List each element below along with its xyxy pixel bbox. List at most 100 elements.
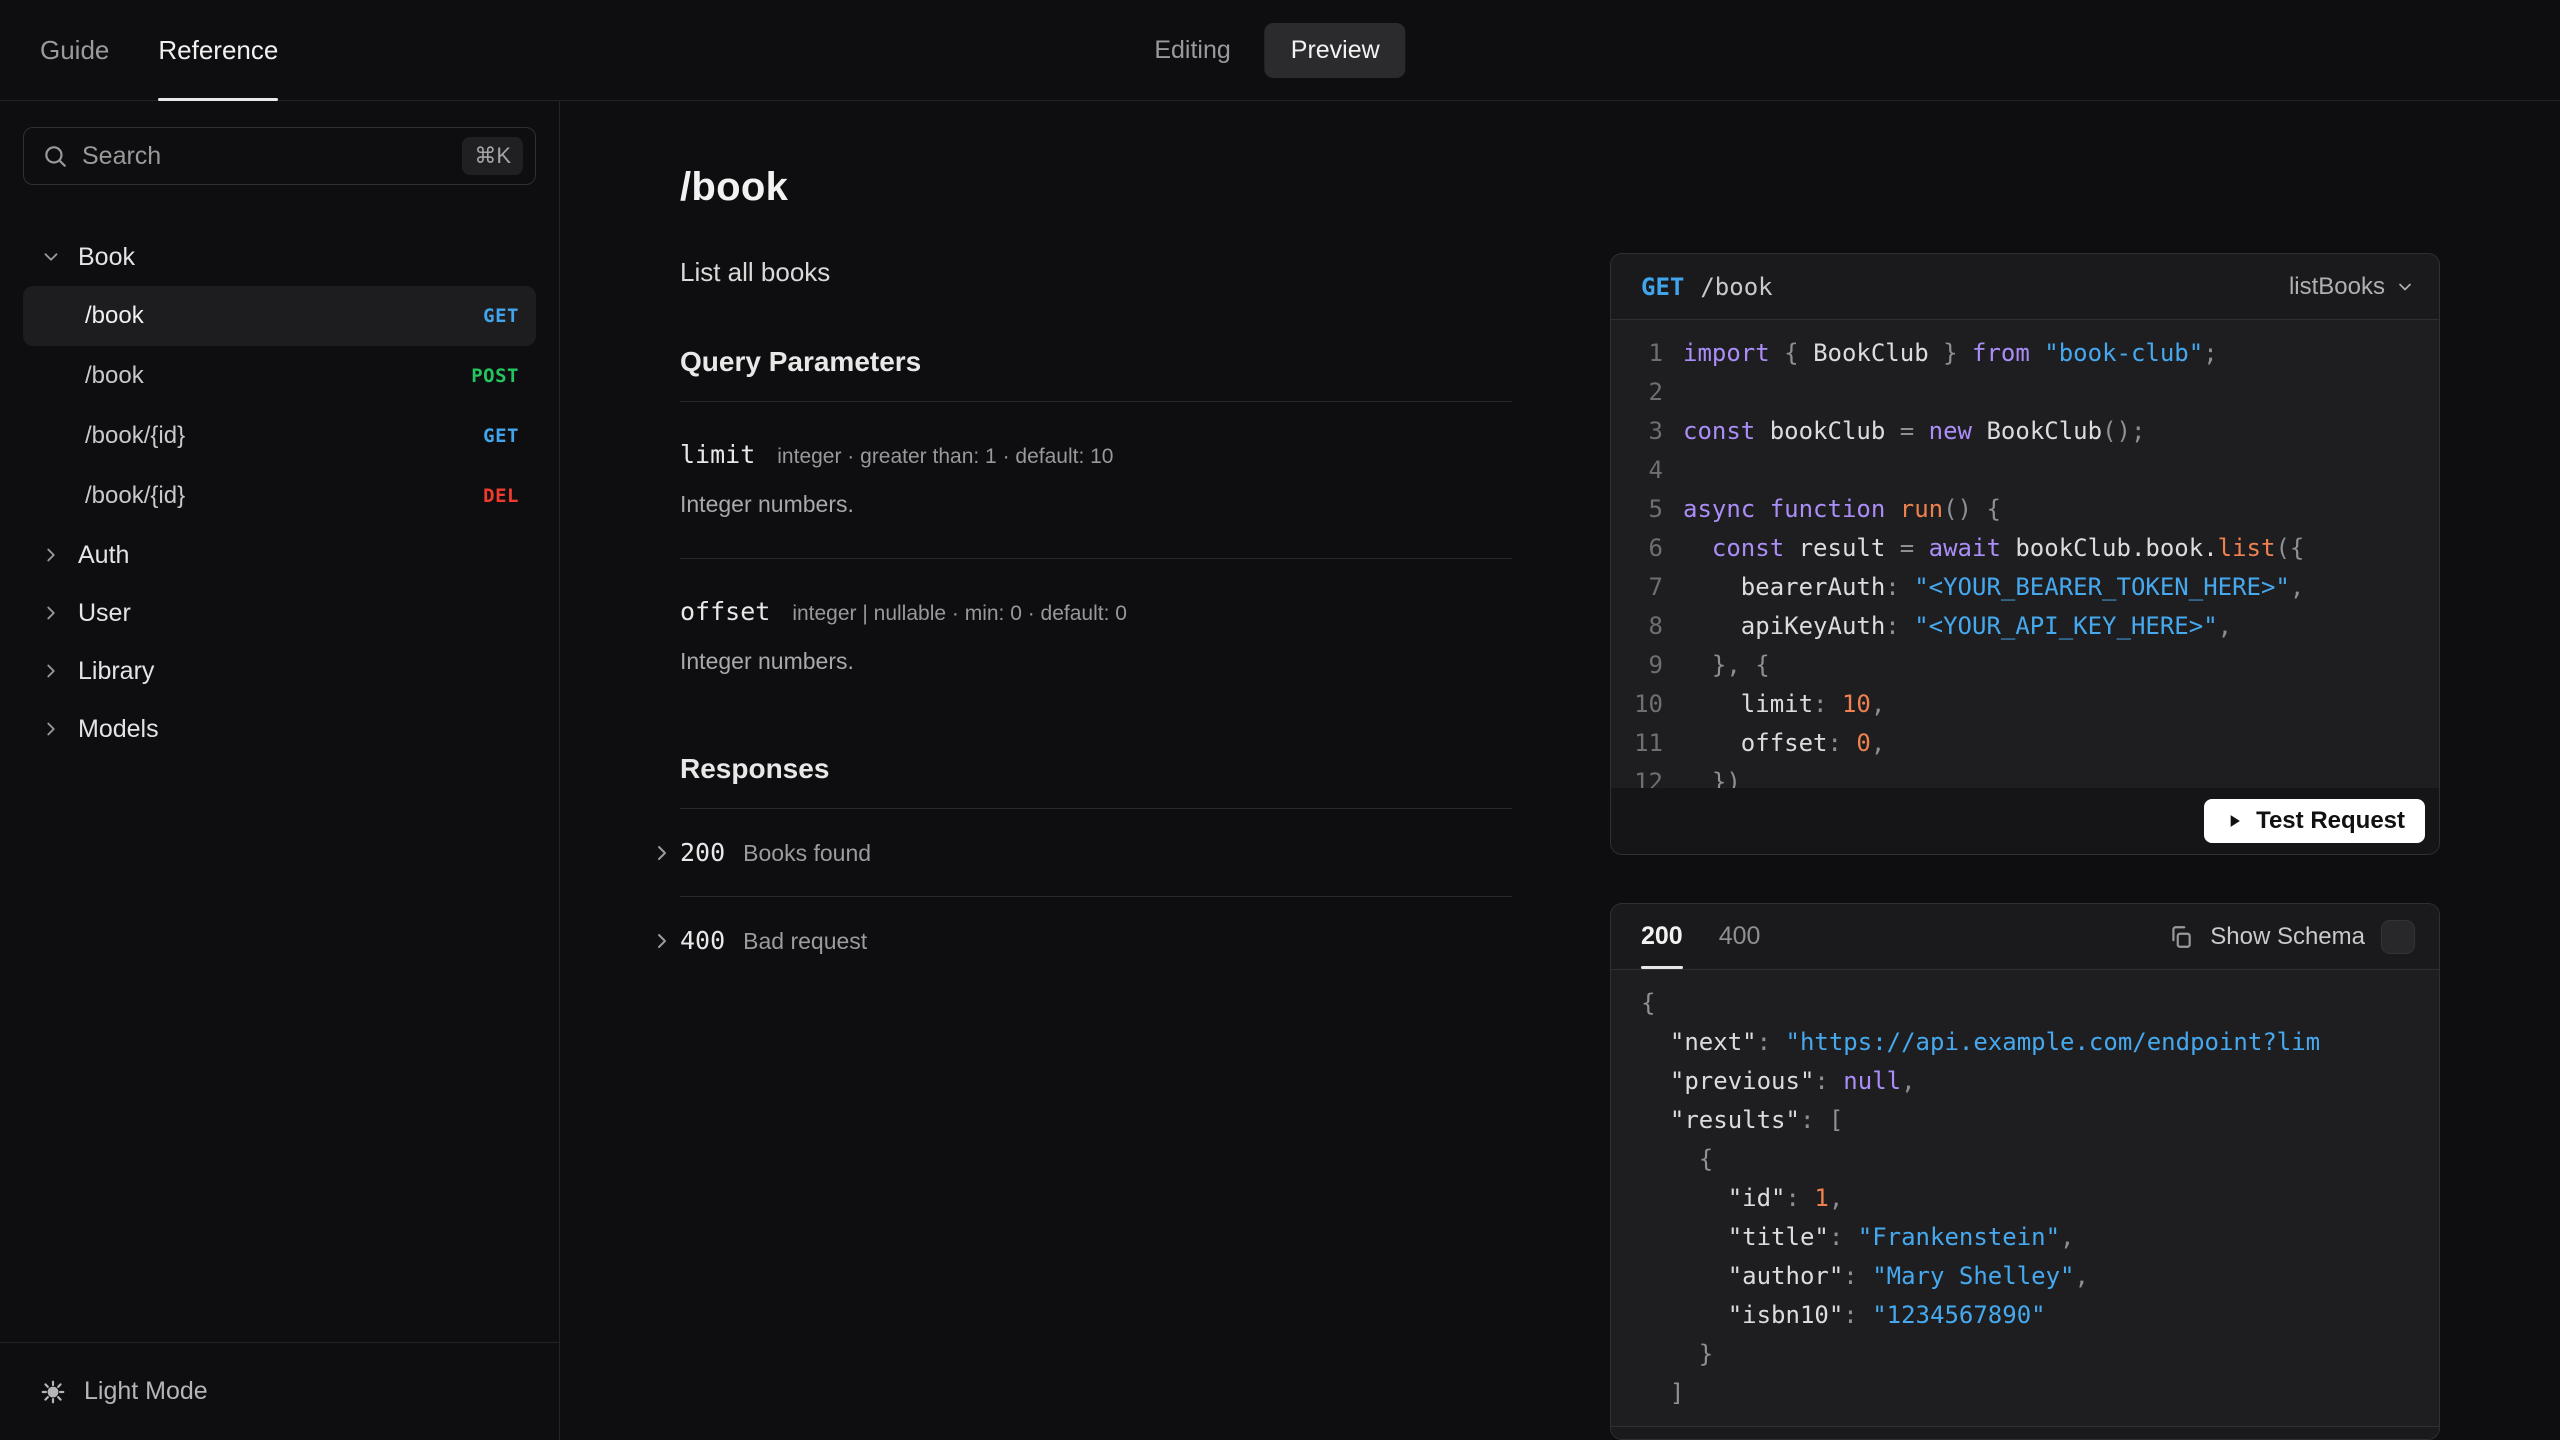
request-card-footer: Test Request xyxy=(1611,788,2439,854)
code-line: 9 }, { xyxy=(1611,646,2439,685)
tab-guide[interactable]: Guide xyxy=(40,0,109,100)
operation-label: listBooks xyxy=(2288,272,2385,300)
line-number: 10 xyxy=(1634,690,1663,718)
response-tabs: 200 400 xyxy=(1641,904,1760,969)
response-description: Books found xyxy=(743,840,872,866)
chevron-right-icon xyxy=(47,606,55,620)
param-meta: integer | nullable · min: 0 · default: 0 xyxy=(792,602,1127,625)
response-card-header: 200 400 Show Schema xyxy=(1611,904,2439,970)
sidebar-group-label: User xyxy=(78,598,131,627)
sidebar-group-label: Models xyxy=(78,714,159,743)
top-header: Guide Reference Editing Preview xyxy=(0,0,2560,101)
light-mode-label: Light Mode xyxy=(84,1377,208,1405)
preview-button[interactable]: Preview xyxy=(1264,22,1406,78)
method-badge-post: POST xyxy=(471,365,519,387)
param-offset: offset integer | nullable · min: 0 · def… xyxy=(680,559,1512,675)
play-icon xyxy=(2230,815,2240,827)
show-schema-toggle[interactable] xyxy=(2381,919,2415,954)
response-example-card: 200 400 Show Schema { "next": "https://a… xyxy=(1610,903,2440,1440)
response-json: { "next": "https://api.example.com/endpo… xyxy=(1611,970,2439,1426)
request-example-card: GET /book listBooks 1 import { BookClub }… xyxy=(1610,253,2440,855)
request-card-header: GET /book listBooks xyxy=(1611,254,2439,320)
sidebar-item-book-id-del[interactable]: /book/{id} DEL xyxy=(23,466,536,526)
search-placeholder: Search xyxy=(82,141,162,170)
line-number: 9 xyxy=(1648,651,1663,679)
response-tab-400[interactable]: 400 xyxy=(1719,904,1761,969)
code-line: "previous": null, xyxy=(1641,1067,1916,1095)
param-description: Integer numbers. xyxy=(680,648,854,674)
code-line: 12 }) xyxy=(1611,763,2439,788)
code-line: "next": "https://api.example.com/endpoin… xyxy=(1641,1028,2321,1056)
code-line: 2 xyxy=(1611,373,2439,412)
sidebar-footer: Light Mode xyxy=(0,1342,559,1440)
chevron-right-icon xyxy=(650,929,674,953)
sidebar-group-label: Auth xyxy=(78,540,130,569)
param-meta: integer · greater than: 1 · default: 10 xyxy=(777,445,1114,468)
request-code: 1 import { BookClub } from "book-club"; 2 3… xyxy=(1611,320,2439,788)
chevron-right-icon xyxy=(47,664,55,678)
request-method: GET xyxy=(1641,272,1685,301)
sun-icon xyxy=(41,1380,65,1403)
sidebar-group-library[interactable]: Library xyxy=(23,642,536,700)
response-tab-200[interactable]: 200 xyxy=(1641,904,1683,969)
code-line: 5 async function run() { xyxy=(1611,490,2439,529)
line-number: 1 xyxy=(1648,339,1663,367)
endpoint-path: /book xyxy=(85,302,144,329)
line-number: 7 xyxy=(1648,573,1663,601)
test-request-button[interactable]: Test Request xyxy=(2204,799,2425,843)
sidebar-group-user[interactable]: User xyxy=(23,584,536,642)
sidebar-group-models[interactable]: Models xyxy=(23,700,536,758)
show-schema-label: Show Schema xyxy=(2210,922,2365,950)
sidebar-group-auth[interactable]: Auth xyxy=(23,526,536,584)
sidebar-item-book-get[interactable]: /book GET xyxy=(23,286,536,346)
response-code: 400 xyxy=(680,926,726,955)
line-number: 4 xyxy=(1648,456,1663,484)
endpoint-path: /book/{id} xyxy=(85,422,186,449)
response-card-footer xyxy=(1611,1426,2439,1439)
response-description: Bad request xyxy=(743,928,868,954)
request-path: /book xyxy=(1700,272,1773,301)
responses-section: Responses 200 Books found 400 Bad reques… xyxy=(658,753,1512,984)
line-number: 12 xyxy=(1634,768,1663,788)
tab-guide-label: Guide xyxy=(40,34,110,65)
search-input[interactable]: Search ⌘K xyxy=(23,127,536,185)
code-line: 6 const result = await bookClub.book.lis… xyxy=(1611,529,2439,568)
sidebar-item-book-id-get[interactable]: /book/{id} GET xyxy=(23,406,536,466)
method-badge-del: DEL xyxy=(483,485,519,507)
sidebar-item-book-post[interactable]: /book POST xyxy=(23,346,536,406)
code-line: ] xyxy=(1641,1379,1685,1407)
line-number: 8 xyxy=(1648,612,1663,640)
code-line: 4 xyxy=(1611,451,2439,490)
query-parameters-heading: Query Parameters xyxy=(680,346,922,377)
response-row-400[interactable]: 400 Bad request xyxy=(658,896,1512,984)
line-number: 11 xyxy=(1634,729,1663,757)
operation-select[interactable]: listBooks xyxy=(2289,273,2415,301)
line-number: 3 xyxy=(1648,417,1663,445)
sidebar: Search ⌘K Book /book GET /book POST /boo… xyxy=(0,101,560,1440)
endpoint-summary: List all books xyxy=(680,257,831,287)
search-icon xyxy=(45,146,66,167)
sidebar-nav: Book /book GET /book POST /book/{id} GET… xyxy=(0,228,559,758)
tab-reference[interactable]: Reference xyxy=(158,0,279,101)
sidebar-group-book[interactable]: Book xyxy=(23,228,536,286)
param-name: limit xyxy=(680,440,756,469)
response-row-200[interactable]: 200 Books found xyxy=(658,809,1512,896)
chevron-down-icon xyxy=(2399,283,2411,290)
code-line: "author": "Mary Shelley", xyxy=(1641,1262,2089,1290)
light-mode-toggle[interactable]: Light Mode xyxy=(40,1377,208,1406)
editing-button[interactable]: Editing xyxy=(1154,36,1230,65)
line-number: 6 xyxy=(1648,534,1663,562)
copy-icon[interactable] xyxy=(2168,924,2194,950)
code-line: 8 apiKeyAuth: "<YOUR_API_KEY_HERE>", xyxy=(1611,607,2439,646)
tab-reference-label: Reference xyxy=(158,34,279,65)
method-badge-get: GET xyxy=(483,305,519,327)
code-line: 11 offset: 0, xyxy=(1611,724,2439,763)
chevron-right-icon xyxy=(47,548,55,562)
code-line: 1 import { BookClub } from "book-club"; xyxy=(1611,334,2439,373)
param-name: offset xyxy=(680,597,771,626)
chevron-down-icon xyxy=(44,253,58,261)
param-limit: limit integer · greater than: 1 · defaul… xyxy=(680,402,1512,518)
code-line: "id": 1, xyxy=(1641,1184,1844,1212)
response-code: 200 xyxy=(680,838,726,867)
code-panel: GET /book listBooks 1 import { BookClub }… xyxy=(1610,101,2440,1440)
